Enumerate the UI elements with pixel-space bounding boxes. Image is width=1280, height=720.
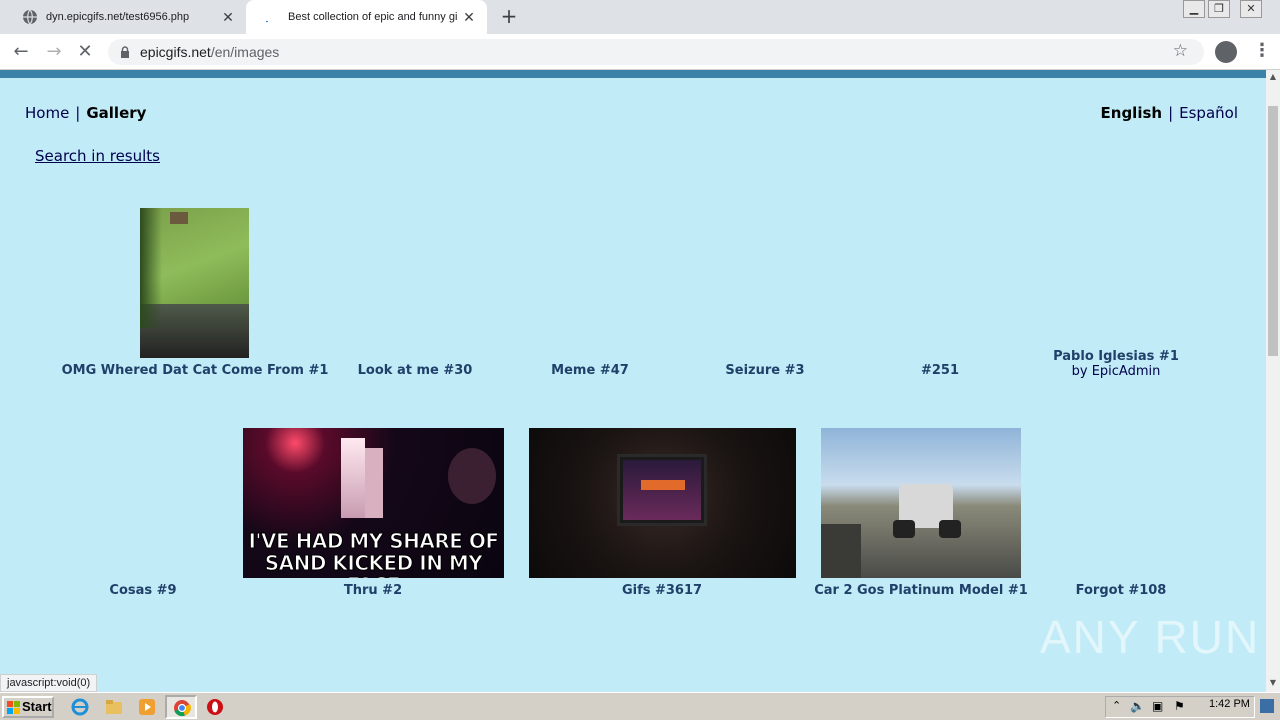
home-link[interactable]: Home	[25, 104, 69, 122]
nav-separator: |	[75, 104, 81, 122]
thumb-detail	[170, 212, 188, 224]
gallery-item-title[interactable]: OMG Whered Dat Cat Come From #1	[60, 363, 330, 378]
scroll-down-arrow-icon[interactable]: ▼	[1266, 676, 1280, 690]
gallery-link[interactable]: Gallery	[86, 104, 146, 122]
loading-spinner-icon	[265, 20, 268, 23]
start-label: Start	[22, 699, 52, 714]
thumb-detail	[939, 520, 961, 538]
chrome-icon	[174, 700, 191, 717]
gallery-thumbnail[interactable]	[140, 208, 249, 358]
url-path: /en/images	[210, 44, 280, 60]
site-header-band	[0, 70, 1266, 78]
action-center-flag-icon[interactable]: ⚑	[1174, 699, 1185, 713]
status-bar-url: javascript:void(0)	[0, 674, 98, 692]
minimize-window-icon[interactable]: ▁	[1183, 0, 1205, 18]
thumb-detail	[641, 480, 685, 490]
start-button[interactable]: Start	[2, 696, 54, 718]
browser-tab-inactive[interactable]: dyn.epicgifs.net/test6956.php ✕	[8, 0, 246, 34]
gallery-item[interactable]: Pablo Iglesias #1 by EpicAdmin	[1035, 349, 1197, 379]
browser-menu-icon[interactable]: ⋮	[1253, 40, 1271, 64]
network-icon[interactable]: ▣	[1152, 699, 1163, 713]
gallery-thumbnail[interactable]: I'VE HAD MY SHARE OF SAND KICKED IN MY F…	[243, 428, 504, 578]
close-tab-icon[interactable]: ✕	[457, 9, 481, 26]
windows-flag-icon	[7, 701, 20, 714]
thumb-caption: I'VE HAD MY SHARE OF SAND KICKED IN MY F…	[243, 529, 504, 579]
page-scrollbar[interactable]: ▲ ▼	[1266, 70, 1280, 692]
show-desktop-icon[interactable]	[1260, 699, 1274, 713]
gallery-item-title[interactable]: Forgot #108	[1041, 583, 1201, 598]
thumb-detail	[365, 448, 383, 518]
thumb-caption-line: SAND KICKED IN MY FACE	[264, 551, 483, 579]
gallery-thumbnail[interactable]	[821, 428, 1021, 578]
thumb-detail	[140, 208, 162, 328]
scrollbar-thumb[interactable]	[1268, 106, 1278, 356]
new-tab-button[interactable]: +	[498, 6, 520, 28]
internet-explorer-icon[interactable]	[70, 697, 90, 717]
media-player-icon[interactable]	[137, 697, 157, 717]
bookmark-star-icon[interactable]: ☆	[1173, 41, 1188, 61]
breadcrumb: Home | Gallery	[25, 104, 146, 122]
url-host: epicgifs.net	[140, 44, 211, 60]
thumb-detail	[448, 448, 496, 504]
gallery-item-title[interactable]: Meme #47	[510, 363, 670, 378]
thumb-detail	[893, 520, 915, 538]
forward-arrow-icon[interactable]: →	[42, 40, 66, 64]
gallery-item-title[interactable]: Look at me #30	[335, 363, 495, 378]
search-in-results-link[interactable]: Search in results	[35, 147, 160, 165]
lang-spanish[interactable]: Español	[1179, 104, 1238, 122]
gallery-item-author[interactable]: by EpicAdmin	[1035, 364, 1197, 379]
scroll-up-arrow-icon[interactable]: ▲	[1266, 70, 1280, 84]
back-arrow-icon[interactable]: ←	[9, 40, 33, 64]
close-window-icon[interactable]: ✕	[1240, 0, 1262, 18]
lang-english[interactable]: English	[1101, 104, 1163, 122]
tab-title: dyn.epicgifs.net/test6956.php	[46, 11, 190, 23]
browser-tab-active[interactable]: Best collection of epic and funny gifs ✕	[246, 0, 487, 34]
lock-icon	[121, 46, 129, 58]
gallery-item-title[interactable]: Thru #2	[293, 583, 453, 598]
opera-icon[interactable]	[205, 697, 225, 717]
globe-icon	[23, 9, 37, 25]
windows-taskbar: Start ⌃ 🔈 ▣ ⚑ 1:42 PM	[0, 692, 1280, 720]
close-tab-icon[interactable]: ✕	[216, 9, 240, 26]
restore-window-icon[interactable]: ❐	[1208, 0, 1230, 18]
profile-avatar-icon[interactable]	[1215, 41, 1237, 63]
volume-icon[interactable]: 🔈	[1130, 699, 1145, 713]
thumb-detail	[623, 460, 701, 520]
address-bar[interactable]: epicgifs.net/en/images ☆	[108, 39, 1204, 65]
thumb-detail	[821, 524, 861, 578]
gallery-item-title[interactable]: #251	[860, 363, 1020, 378]
file-explorer-icon[interactable]	[104, 697, 124, 717]
gallery-item-title[interactable]: Pablo Iglesias #1	[1035, 349, 1197, 364]
gallery-item-title[interactable]: Gifs #3617	[582, 583, 742, 598]
tray-expand-icon[interactable]: ⌃	[1112, 699, 1121, 712]
tab-title: Best collection of epic and funny gifs	[288, 11, 457, 23]
taskbar-clock[interactable]: 1:42 PM	[1209, 698, 1250, 710]
gallery-thumbnail[interactable]	[529, 428, 796, 578]
browser-tab-strip: dyn.epicgifs.net/test6956.php ✕ Best col…	[0, 0, 1280, 34]
lang-separator: |	[1168, 104, 1174, 122]
browser-toolbar: ← → ✕ epicgifs.net/en/images ☆	[0, 34, 1280, 70]
language-switcher: English | Español	[1101, 104, 1238, 122]
gallery-item-title[interactable]: Car 2 Gos Platinum Model #1	[805, 583, 1037, 598]
chrome-taskbar-button[interactable]	[165, 695, 197, 719]
page-content: Home | Gallery English | Español Search in r…	[0, 78, 1266, 692]
thumb-caption-line: I'VE HAD MY SHARE OF	[248, 529, 500, 553]
gallery-item-title[interactable]: Seizure #3	[685, 363, 845, 378]
stop-loading-icon[interactable]: ✕	[73, 40, 97, 64]
gallery-item-title[interactable]: Cosas #9	[63, 583, 223, 598]
watermark-logo: ANY RUN	[1040, 611, 1261, 663]
thumb-detail	[341, 438, 365, 518]
